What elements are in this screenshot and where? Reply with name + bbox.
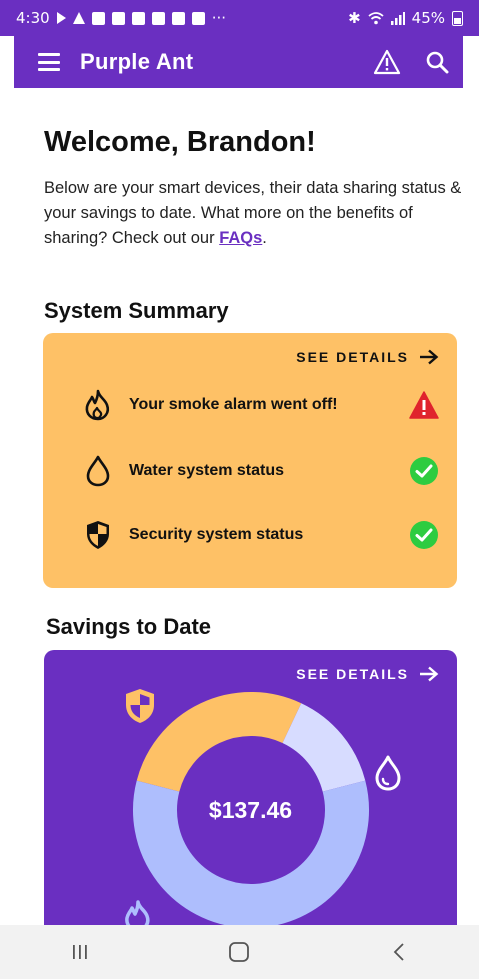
status-time: 4:30 [16,9,50,27]
recent-apps-button[interactable] [50,932,110,972]
welcome-heading: Welcome, Brandon! [44,126,316,158]
shield-icon [83,520,113,550]
search-icon[interactable] [425,50,449,74]
donut-segment-security [136,692,302,793]
arrow-right-icon [420,349,439,365]
back-button[interactable] [369,932,429,972]
app-title: Purple Ant [80,49,194,74]
see-details-label: SEE DETAILS [296,349,409,365]
system-nav-bar [0,925,479,979]
wifi-icon [368,11,384,24]
app-notification-icon [131,11,145,25]
fire-icon [83,389,113,421]
status-row-water[interactable]: Water system status [83,453,439,489]
warning-icon[interactable] [373,49,401,75]
battery-percentage: 45% [411,9,445,27]
system-summary-card: SEE DETAILS Your smoke alarm went off! W… [43,333,457,588]
intro-text: Below are your smart devices, their data… [44,176,464,251]
menu-icon[interactable] [38,53,60,71]
savings-card: SEE DETAILS $137.46 [44,650,457,950]
intro-end: . [262,229,267,247]
savings-amount: $137.46 [208,797,293,823]
system-summary-title: System Summary [44,298,229,323]
battery-icon [452,10,463,26]
calendar-notification-icon [111,11,125,25]
savings-title: Savings to Date [46,614,212,639]
check-circle-icon [409,456,439,486]
more-notifications-icon: ··· [211,9,226,27]
app-bar: Purple Ant [14,36,463,88]
bluetooth-icon: ✱ [348,9,361,27]
app-notification-icon [151,11,165,25]
alert-icon [409,390,439,420]
home-button[interactable] [209,932,269,972]
status-row-smoke-alarm[interactable]: Your smoke alarm went off! [83,387,439,423]
play-icon [56,12,66,24]
gmail-notification-icon [191,11,205,25]
ring-notification-icon [91,11,105,25]
back-icon [393,943,404,961]
water-drop-icon [375,755,401,791]
shield-icon [126,689,154,723]
home-icon [229,942,250,962]
donut-segment-water [281,703,366,793]
summary-see-details-button[interactable]: SEE DETAILS [296,349,439,365]
recent-apps-icon [72,945,87,959]
status-row-label: Water system status [129,462,285,479]
faq-link[interactable]: FAQs [219,229,262,247]
app-notification-icon [171,11,185,25]
status-row-security[interactable]: Security system status [83,517,439,553]
water-drop-icon [83,455,113,487]
status-row-label: Your smoke alarm went off! [129,396,338,413]
status-bar: 4:30 ··· ✱ 45% [0,0,479,36]
status-row-label: Security system status [129,526,304,543]
alert-notification-icon [72,12,85,24]
signal-icon [390,11,405,25]
check-circle-icon [409,520,439,550]
